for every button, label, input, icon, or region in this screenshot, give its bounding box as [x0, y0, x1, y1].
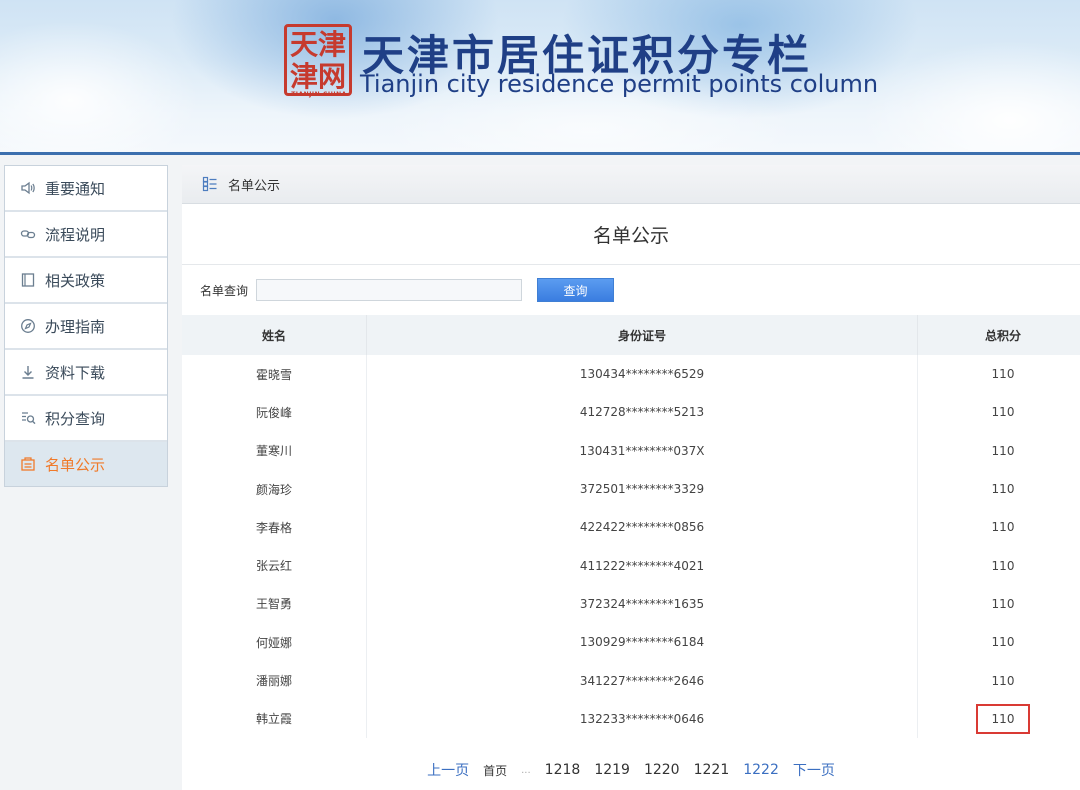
- sidebar-nav: 重要通知 流程说明 相关政策 办理指南 资料下载 积分查询 名单公示: [4, 165, 168, 487]
- list-icon: [19, 455, 37, 473]
- speaker-icon: [19, 179, 37, 197]
- cell-id: 341227********2646: [366, 661, 918, 700]
- sidebar-item-label: 资料下载: [45, 363, 106, 382]
- download-icon: [19, 363, 37, 381]
- link-icon: [19, 225, 37, 243]
- cell-id: 411222********4021: [366, 546, 918, 585]
- city-seal-logo: 天津 津网: [284, 24, 352, 96]
- cell-name: 韩立霞: [182, 699, 367, 738]
- search-button[interactable]: 查询: [537, 278, 615, 302]
- highlighted-score: 110: [975, 703, 1031, 734]
- cell-id: 412728********5213: [366, 393, 918, 432]
- cell-id: 372501********3329: [366, 469, 918, 509]
- cell-score: 110: [991, 405, 1015, 420]
- banner-decoration: [0, 20, 200, 152]
- seal-caption: TIANJIN·CHINA: [291, 91, 347, 98]
- cell-name: 王智勇: [182, 584, 367, 624]
- breadcrumb: 名单公示: [182, 165, 1080, 204]
- sidebar-item-list-publication[interactable]: 名单公示: [5, 442, 167, 486]
- table-row: 张云红 411222********4021 110: [182, 546, 1080, 585]
- cell-score: 110: [991, 635, 1015, 650]
- column-header-id: 身份证号: [366, 315, 918, 355]
- cell-score: 110: [991, 558, 1015, 573]
- table-row: 霍晓雪 130434********6529 110: [182, 355, 1080, 394]
- header-banner: 天津 津网 TIANJIN·CHINA 天津市居住证积分专栏 Tianjin ci…: [0, 0, 1080, 152]
- prev-page-link[interactable]: 上一页: [427, 760, 469, 780]
- sidebar-item-label: 名单公示: [45, 455, 106, 474]
- first-page-link[interactable]: 首页: [483, 762, 507, 779]
- cell-id: 372324********1635: [366, 584, 918, 624]
- cell-id: 132233********0646: [366, 699, 918, 738]
- page-link[interactable]: 1220: [644, 762, 680, 778]
- cell-score: 110: [991, 596, 1015, 611]
- cell-name: 潘丽娜: [182, 661, 367, 700]
- table-row: 何娅娜 130929********6184 110: [182, 623, 1080, 662]
- cell-score: 110: [918, 700, 1080, 738]
- table-header-row: 姓名 身份证号 总积分: [182, 315, 1080, 355]
- site-subtitle: Tianjin city residence permit points col…: [360, 70, 879, 98]
- cell-name: 张云红: [182, 546, 367, 585]
- document-icon: [19, 271, 37, 289]
- current-page[interactable]: 1222: [743, 762, 779, 778]
- search-list-icon: [19, 409, 37, 427]
- table-row: 王智勇 372324********1635 110: [182, 584, 1080, 624]
- cell-name: 阮俊峰: [182, 393, 367, 432]
- sidebar-item-label: 积分查询: [45, 409, 106, 428]
- cell-name: 何娅娜: [182, 623, 367, 662]
- sidebar-item-label: 办理指南: [45, 317, 106, 336]
- column-header-score: 总积分: [917, 315, 1080, 355]
- sidebar-item-process[interactable]: 流程说明: [5, 212, 167, 258]
- search-input[interactable]: [256, 279, 523, 301]
- cell-id: 422422********0856: [366, 508, 918, 547]
- cell-score: 110: [991, 482, 1015, 497]
- cell-name: 颜海珍: [182, 469, 367, 509]
- table-row: 颜海珍 372501********3329 110: [182, 469, 1080, 509]
- compass-icon: [19, 317, 37, 335]
- table-row: 潘丽娜 341227********2646 110: [182, 661, 1080, 700]
- table-row: 李春格 422422********0856 110: [182, 508, 1080, 547]
- list-icon: [202, 176, 218, 192]
- sidebar-item-policies[interactable]: 相关政策: [5, 258, 167, 304]
- page-link[interactable]: 1218: [545, 762, 581, 778]
- pagination-ellipsis: ...: [521, 764, 531, 776]
- table-row: 阮俊峰 412728********5213 110: [182, 393, 1080, 432]
- sidebar-item-label: 相关政策: [45, 271, 106, 290]
- search-label: 名单查询: [200, 283, 249, 298]
- cell-id: 130929********6184: [366, 623, 918, 662]
- results-table: 姓名 身份证号 总积分 霍晓雪 130434********6529 110 阮…: [182, 315, 1080, 738]
- table-row: 董寒川 130431********037X 110: [182, 431, 1080, 470]
- cell-name: 李春格: [182, 508, 367, 547]
- cell-name: 董寒川: [182, 431, 367, 470]
- sidebar-item-points-query[interactable]: 积分查询: [5, 396, 167, 442]
- cell-score: 110: [991, 367, 1015, 382]
- sidebar-item-label: 重要通知: [45, 179, 106, 198]
- sidebar-item-downloads[interactable]: 资料下载: [5, 350, 167, 396]
- pagination: 上一页 首页 ... 1218 1219 1220 1221 1222 下一页: [182, 758, 1080, 782]
- next-page-link[interactable]: 下一页: [793, 760, 835, 780]
- sidebar-item-notices[interactable]: 重要通知: [5, 166, 167, 212]
- search-bar: 名单查询 查询: [182, 265, 1080, 315]
- table-row: 韩立霞 132233********0646 110: [182, 699, 1080, 738]
- cell-score: 110: [991, 520, 1015, 535]
- page-title: 名单公示: [182, 204, 1080, 265]
- sidebar-item-label: 流程说明: [45, 225, 106, 244]
- breadcrumb-label: 名单公示: [228, 178, 281, 194]
- cell-score: 110: [991, 443, 1015, 458]
- main-content: 名单公示 名单公示 名单查询 查询 姓名 身份证号 总积分 霍晓雪 130434…: [182, 165, 1080, 790]
- sidebar-item-guide[interactable]: 办理指南: [5, 304, 167, 350]
- cell-id: 130434********6529: [366, 355, 918, 394]
- cell-name: 霍晓雪: [182, 355, 367, 394]
- column-header-name: 姓名: [182, 315, 367, 355]
- page-link[interactable]: 1219: [594, 762, 630, 778]
- cell-id: 130431********037X: [366, 431, 918, 470]
- banner-divider: [0, 152, 1080, 155]
- cell-score: 110: [991, 673, 1015, 688]
- page-link[interactable]: 1221: [694, 762, 730, 778]
